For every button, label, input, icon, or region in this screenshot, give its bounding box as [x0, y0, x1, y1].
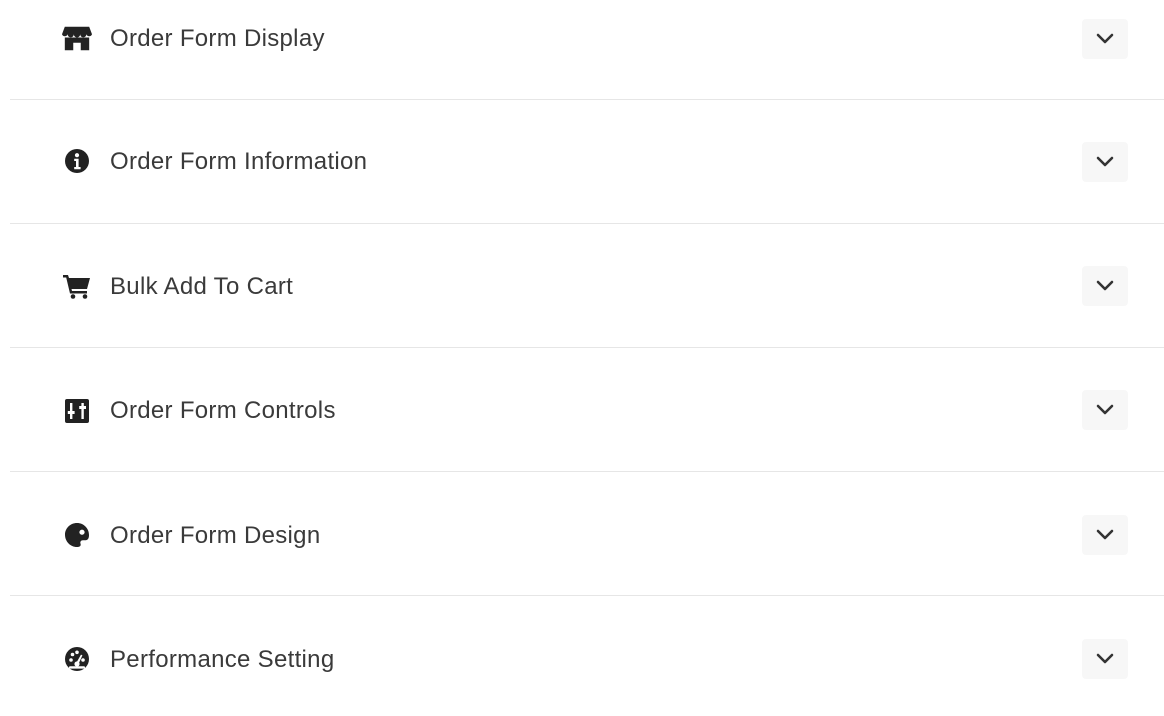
expand-toggle[interactable]: [1082, 515, 1128, 555]
settings-accordion: Order Form Display Order Form Informatio…: [0, 0, 1164, 716]
expand-toggle[interactable]: [1082, 639, 1128, 679]
accordion-item-label: Order Form Controls: [110, 397, 336, 424]
chevron-down-icon: [1096, 280, 1114, 291]
accordion-item-label: Order Form Information: [110, 148, 368, 175]
accordion-item-label: Order Form Design: [110, 522, 321, 549]
chevron-down-icon: [1096, 653, 1114, 664]
palette-icon: [62, 522, 92, 548]
store-icon: [62, 25, 92, 51]
expand-toggle[interactable]: [1082, 266, 1128, 306]
chevron-down-icon: [1096, 404, 1114, 415]
accordion-item-order-form-display[interactable]: Order Form Display: [0, 0, 1164, 100]
cart-icon: [62, 273, 92, 299]
accordion-item-bulk-add-to-cart[interactable]: Bulk Add To Cart: [0, 224, 1164, 348]
expand-toggle[interactable]: [1082, 19, 1128, 59]
chevron-down-icon: [1096, 33, 1114, 44]
accordion-item-label: Bulk Add To Cart: [110, 273, 294, 300]
expand-toggle[interactable]: [1082, 390, 1128, 430]
accordion-item-order-form-design[interactable]: Order Form Design: [0, 472, 1164, 596]
chevron-down-icon: [1096, 529, 1114, 540]
accordion-item-order-form-controls[interactable]: Order Form Controls: [0, 348, 1164, 472]
sliders-icon: [62, 398, 92, 424]
expand-toggle[interactable]: [1082, 142, 1128, 182]
info-circle-icon: [62, 148, 92, 174]
accordion-item-label: Performance Setting: [110, 646, 335, 673]
accordion-item-label: Order Form Display: [110, 25, 325, 52]
speedometer-icon: [62, 646, 92, 672]
accordion-item-order-form-information[interactable]: Order Form Information: [0, 100, 1164, 224]
accordion-item-performance-setting[interactable]: Performance Setting: [0, 596, 1164, 716]
chevron-down-icon: [1096, 156, 1114, 167]
